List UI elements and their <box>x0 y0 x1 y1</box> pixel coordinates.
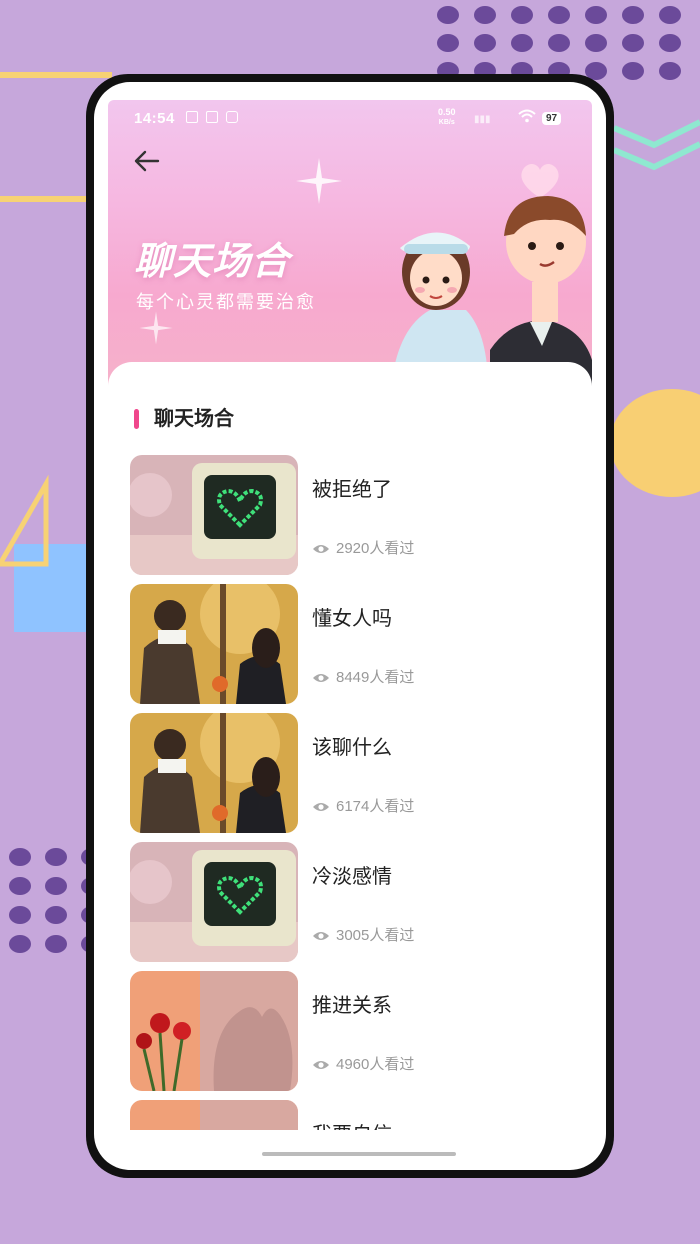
decor-dot <box>437 34 459 52</box>
list-item[interactable]: 我要自信 <box>130 1100 570 1130</box>
mail-icon <box>226 111 238 123</box>
list-item[interactable]: 冷淡感情 3005人看过 <box>130 842 570 962</box>
thumbnail-roses-shadow <box>130 971 298 1091</box>
item-title: 懂女人吗 <box>312 608 392 630</box>
item-views-text: 8449人看过 <box>336 669 415 686</box>
thumbnail-retro-computer <box>130 455 298 575</box>
decor-dot <box>9 848 31 866</box>
decor-dot <box>585 6 607 24</box>
item-views: 8449人看过 <box>312 666 414 687</box>
section-title: 聊天场合 <box>154 408 234 430</box>
decor-dot <box>511 6 533 24</box>
decor-dot <box>659 62 681 80</box>
eye-icon <box>313 803 329 812</box>
decor-dot <box>548 34 570 52</box>
item-views: 2920人看过 <box>312 537 414 558</box>
network-speed-unit: KB/s <box>438 119 455 126</box>
decor-dot <box>437 6 459 24</box>
sparkle-icon <box>139 311 173 345</box>
content-card: 聊天场合 被拒绝了 2920人看过 懂女人吗 8449人看过 该聊什么 6174… <box>108 362 592 1130</box>
item-views: 6174人看过 <box>312 795 414 816</box>
decor-dot <box>548 6 570 24</box>
decor-dot <box>622 6 644 24</box>
eye-icon <box>313 674 329 683</box>
wifi-icon <box>518 109 536 123</box>
decor-dot <box>9 877 31 895</box>
calendar-icon <box>206 111 218 123</box>
thumbnail-retro-computer <box>130 842 298 962</box>
home-indicator <box>262 1152 456 1156</box>
list-item[interactable]: 懂女人吗 8449人看过 <box>130 584 570 704</box>
decor-dot <box>45 906 67 924</box>
decor-dot <box>9 935 31 953</box>
list-item[interactable]: 该聊什么 6174人看过 <box>130 713 570 833</box>
signal-icon: ▮▮▮ <box>474 114 491 125</box>
item-views: 4960人看过 <box>312 1053 414 1074</box>
decor-dot <box>45 848 67 866</box>
thumbnail-couple-autumn <box>130 584 298 704</box>
phone-frame: 14:54 0.50 KB/s ▮▮▮ 97 聊天场合 每个心灵都需要治愈 聊天… <box>86 74 614 1178</box>
sparkle-icon <box>296 158 342 204</box>
network-speed-value: 0.50 <box>438 107 456 117</box>
eye-icon <box>313 1061 329 1070</box>
back-arrow-icon[interactable] <box>132 146 162 176</box>
phone-screen: 14:54 0.50 KB/s ▮▮▮ 97 聊天场合 每个心灵都需要治愈 聊天… <box>94 82 606 1170</box>
decor-dot <box>659 6 681 24</box>
decor-dot <box>474 34 496 52</box>
item-title: 被拒绝了 <box>312 479 392 501</box>
item-views-text: 3005人看过 <box>336 927 415 944</box>
hero-banner: 14:54 0.50 KB/s ▮▮▮ 97 聊天场合 每个心灵都需要治愈 <box>108 100 592 400</box>
thumbnail-couple-autumn <box>130 713 298 833</box>
item-title: 我要自信 <box>312 1118 392 1130</box>
app-view: 14:54 0.50 KB/s ▮▮▮ 97 聊天场合 每个心灵都需要治愈 聊天… <box>108 100 592 1130</box>
status-bar: 14:54 0.50 KB/s ▮▮▮ 97 <box>108 100 592 136</box>
item-title: 该聊什么 <box>312 737 392 759</box>
item-title: 冷淡感情 <box>312 866 392 888</box>
network-speed: 0.50 KB/s <box>438 108 456 127</box>
decor-dot <box>511 34 533 52</box>
status-time: 14:54 <box>134 110 175 127</box>
decor-dot <box>585 34 607 52</box>
eye-icon <box>313 932 329 941</box>
decor-dot <box>474 6 496 24</box>
decor-dot <box>622 62 644 80</box>
thumbnail-roses-shadow <box>130 1100 298 1130</box>
decor-dot <box>659 34 681 52</box>
list-item[interactable]: 被拒绝了 2920人看过 <box>130 455 570 575</box>
decor-dot <box>622 34 644 52</box>
item-views-text: 6174人看过 <box>336 798 415 815</box>
decor-dot <box>45 877 67 895</box>
item-views-text: 4960人看过 <box>336 1056 415 1073</box>
item-views-text: 2920人看过 <box>336 540 415 557</box>
list-item[interactable]: 推进关系 4960人看过 <box>130 971 570 1091</box>
section-accent-bar <box>134 409 139 429</box>
hero-subtitle: 每个心灵都需要治愈 <box>136 292 316 312</box>
notification-icon <box>186 111 198 123</box>
battery-indicator: 97 <box>542 112 562 125</box>
decor-dot <box>45 935 67 953</box>
item-title: 推进关系 <box>312 995 392 1017</box>
hero-title: 聊天场合 <box>134 241 291 283</box>
decor-dot <box>9 906 31 924</box>
eye-icon <box>313 545 329 554</box>
item-views: 3005人看过 <box>312 924 414 945</box>
